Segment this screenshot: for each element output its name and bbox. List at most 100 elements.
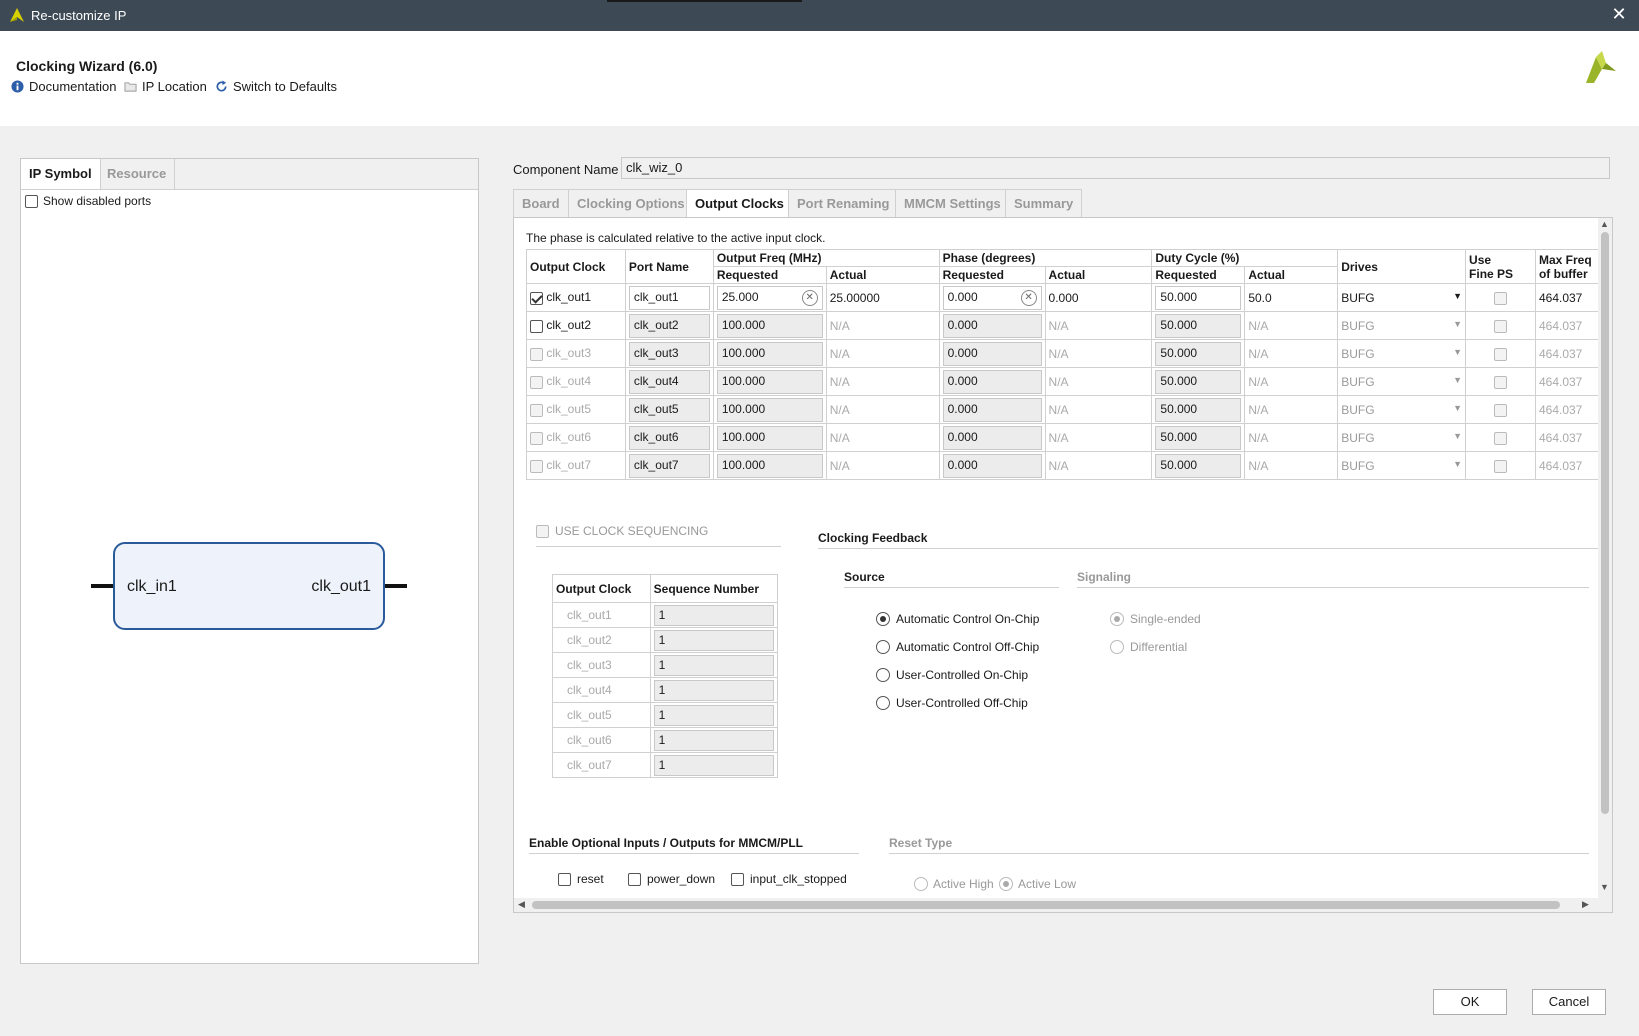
seq-number-input[interactable]: 1 [653, 679, 774, 701]
reset-active-low[interactable]: Active Low [999, 877, 1076, 891]
horizontal-scroll-thumb[interactable] [532, 901, 1560, 909]
drives-select[interactable]: BUFG ▼ [1337, 311, 1467, 340]
clk-out2-checkbox[interactable] [530, 319, 543, 333]
clk-out4-checkbox[interactable] [530, 375, 543, 389]
component-name-input[interactable]: clk_wiz_0 [621, 157, 1610, 179]
duty-requested-input[interactable]: 50.000 [1155, 341, 1242, 366]
tab-clocking-options[interactable]: Clocking Options [568, 189, 694, 217]
power-down-checkbox[interactable] [628, 872, 641, 886]
reset-active-high[interactable]: Active High [914, 877, 994, 891]
radio-auto-on-chip[interactable] [876, 612, 890, 626]
port-name-input[interactable]: clk_out7 [628, 453, 710, 478]
tab-port-renaming[interactable]: Port Renaming [788, 189, 899, 217]
freq-requested-input[interactable]: 100.000 [716, 313, 823, 338]
freq-requested-input[interactable]: 100.000 [716, 369, 823, 394]
freq-requested-input[interactable]: 100.000 [716, 341, 823, 366]
documentation-link[interactable]: Documentation [11, 79, 116, 94]
clk-out7-checkbox[interactable] [530, 459, 543, 473]
duty-requested-input[interactable]: 50.000 [1155, 397, 1242, 422]
fine-ps-checkbox[interactable] [1494, 347, 1507, 361]
scroll-down-icon[interactable]: ▼ [1600, 882, 1609, 892]
fine-ps-checkbox[interactable] [1494, 375, 1507, 389]
fine-ps-checkbox[interactable] [1494, 319, 1507, 333]
freq-requested-input[interactable]: 100.000 [716, 425, 823, 450]
phase-requested-input[interactable]: 0.000 [942, 425, 1042, 450]
drives-select[interactable]: BUFG ▼ [1337, 283, 1467, 312]
show-disabled-ports-toggle[interactable]: Show disabled ports [25, 194, 151, 208]
switch-to-defaults-link[interactable]: Switch to Defaults [215, 79, 337, 94]
source-option-user-off-chip[interactable]: User-Controlled Off-Chip [876, 696, 1028, 710]
scroll-up-icon[interactable]: ▲ [1600, 219, 1609, 229]
show-disabled-ports-checkbox[interactable] [25, 194, 38, 208]
clear-icon[interactable]: ✕ [801, 289, 818, 306]
signaling-option-differential[interactable]: Differential [1110, 640, 1187, 654]
seq-number-input[interactable]: 1 [653, 729, 774, 751]
duty-requested-input[interactable]: 50.000 [1155, 369, 1242, 394]
radio-differential[interactable] [1110, 640, 1124, 654]
vertical-scrollbar[interactable]: ▲ ▼ [1598, 218, 1612, 898]
clear-icon[interactable]: ✕ [1020, 289, 1037, 306]
fine-ps-checkbox[interactable] [1494, 459, 1507, 473]
tab-summary[interactable]: Summary [1005, 189, 1083, 217]
tab-ip-symbol[interactable]: IP Symbol [21, 159, 101, 189]
port-name-input[interactable]: clk_out4 [628, 369, 710, 394]
source-option-auto-on-chip[interactable]: Automatic Control On-Chip [876, 612, 1039, 626]
drives-select[interactable]: BUFG ▼ [1337, 395, 1467, 424]
radio-auto-off-chip[interactable] [876, 640, 890, 654]
duty-requested-input[interactable]: 50.000 [1155, 313, 1242, 338]
phase-requested-input[interactable]: 0.000 ✕ [942, 285, 1042, 310]
freq-requested-input[interactable]: 25.000 ✕ [716, 285, 823, 310]
duty-requested-input[interactable]: 50.000 [1155, 425, 1242, 450]
fine-ps-checkbox[interactable] [1494, 291, 1507, 305]
ip-location-link[interactable]: IP Location [124, 79, 207, 94]
radio-active-high[interactable] [914, 877, 928, 891]
optional-reset[interactable]: reset [558, 872, 604, 886]
tab-resource[interactable]: Resource [99, 159, 176, 189]
port-name-input[interactable]: clk_out1 [628, 285, 710, 310]
radio-user-on-chip[interactable] [876, 668, 890, 682]
scroll-right-icon[interactable]: ▶ [1582, 899, 1589, 910]
clk-out6-checkbox[interactable] [530, 431, 543, 445]
clk-out1-checkbox[interactable] [530, 291, 543, 305]
phase-requested-input[interactable]: 0.000 [942, 453, 1042, 478]
port-name-input[interactable]: clk_out6 [628, 425, 710, 450]
seq-number-input[interactable]: 1 [653, 654, 774, 676]
close-icon[interactable]: ✕ [1609, 4, 1629, 25]
seq-number-input[interactable]: 1 [653, 604, 774, 626]
phase-requested-input[interactable]: 0.000 [942, 369, 1042, 394]
tab-mmcm-settings[interactable]: MMCM Settings [895, 189, 1010, 217]
duty-requested-input[interactable]: 50.000 [1155, 285, 1242, 310]
clk-out3-checkbox[interactable] [530, 347, 543, 361]
use-clock-sequencing-toggle[interactable]: USE CLOCK SEQUENCING [536, 524, 781, 547]
ok-button[interactable]: OK [1433, 989, 1507, 1015]
freq-requested-input[interactable]: 100.000 [716, 453, 823, 478]
drives-select[interactable]: BUFG ▼ [1337, 423, 1467, 452]
drives-select[interactable]: BUFG ▼ [1337, 367, 1467, 396]
radio-active-low[interactable] [999, 877, 1013, 891]
source-option-auto-off-chip[interactable]: Automatic Control Off-Chip [876, 640, 1039, 654]
port-name-input[interactable]: clk_out5 [628, 397, 710, 422]
phase-requested-input[interactable]: 0.000 [942, 313, 1042, 338]
phase-requested-input[interactable]: 0.000 [942, 341, 1042, 366]
fine-ps-checkbox[interactable] [1494, 403, 1507, 417]
clk-out5-checkbox[interactable] [530, 403, 543, 417]
optional-input-clk-stopped[interactable]: input_clk_stopped [731, 872, 847, 886]
port-name-input[interactable]: clk_out2 [628, 313, 710, 338]
optional-power-down[interactable]: power_down [628, 872, 715, 886]
radio-single-ended[interactable] [1110, 612, 1124, 626]
seq-number-input[interactable]: 1 [653, 754, 774, 776]
tab-output-clocks[interactable]: Output Clocks [686, 189, 793, 217]
drives-select[interactable]: BUFG ▼ [1337, 339, 1467, 368]
cancel-button[interactable]: Cancel [1532, 989, 1606, 1015]
duty-requested-input[interactable]: 50.000 [1155, 453, 1242, 478]
seq-number-input[interactable]: 1 [653, 629, 774, 651]
signaling-option-single-ended[interactable]: Single-ended [1110, 612, 1201, 626]
tab-board[interactable]: Board [513, 189, 569, 217]
drives-select[interactable]: BUFG ▼ [1337, 451, 1467, 480]
input-clk-stopped-checkbox[interactable] [731, 872, 744, 886]
freq-requested-input[interactable]: 100.000 [716, 397, 823, 422]
horizontal-scrollbar[interactable]: ◀ ▶ [514, 898, 1612, 912]
vertical-scroll-thumb[interactable] [1601, 232, 1609, 814]
use-clock-sequencing-checkbox[interactable] [536, 524, 549, 538]
fine-ps-checkbox[interactable] [1494, 431, 1507, 445]
